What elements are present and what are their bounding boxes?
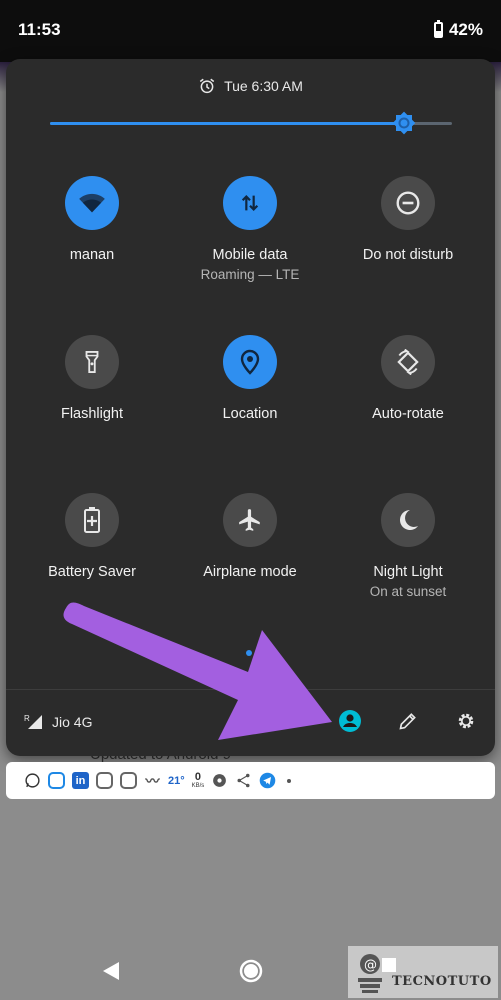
- tile-sub: Roaming — LTE: [200, 267, 300, 282]
- tile-label: Location: [222, 406, 278, 422]
- tile-label: Do not disturb: [362, 247, 454, 263]
- tile-label: manan: [69, 247, 115, 263]
- tile-mobile-data[interactable]: Mobile data Roaming — LTE: [175, 176, 325, 282]
- location-icon: [240, 349, 260, 375]
- instagram-icon: [48, 772, 65, 789]
- battery-percent: 42%: [448, 20, 483, 39]
- tile-auto-rotate-button[interactable]: [381, 335, 435, 389]
- account-icon: [339, 710, 361, 732]
- temperature: 21°: [168, 774, 185, 787]
- account-button[interactable]: [336, 707, 364, 735]
- mobile-data-icon: [241, 195, 259, 211]
- tile-label: Flashlight: [60, 406, 124, 422]
- whatsapp-icon: [25, 773, 40, 788]
- watermark: @ TECNOTUTO: [348, 946, 498, 998]
- quick-settings-panel: Tue 6:30 AM manan Mobile data Roaming — …: [6, 59, 495, 756]
- gear-icon: [458, 713, 474, 729]
- svg-text:R: R: [24, 714, 30, 723]
- carrier-info[interactable]: R Jio 4G: [24, 713, 92, 731]
- page-indicator: [246, 650, 262, 656]
- alarm-row[interactable]: Tue 6:30 AM: [6, 77, 495, 95]
- telegram-icon: [260, 772, 276, 789]
- signal-icon: R: [24, 714, 42, 729]
- tile-label: Airplane mode: [203, 564, 297, 580]
- brightness-slider[interactable]: [50, 111, 452, 135]
- auto-rotate-icon: [397, 349, 419, 375]
- network-speed-value: 0: [194, 771, 202, 783]
- tile-label: Mobile data: [212, 247, 288, 263]
- alarm-icon: [199, 78, 215, 94]
- linkedin-icon: in: [72, 772, 89, 789]
- battery-saver-icon: [84, 507, 100, 533]
- page-dot: [246, 650, 252, 656]
- share-icon: [237, 773, 250, 788]
- tile-night-light[interactable]: Night Light On at sunset: [333, 493, 483, 599]
- settings-button[interactable]: [452, 707, 480, 735]
- tile-night-light-button[interactable]: [381, 493, 435, 547]
- do-not-disturb-icon: [396, 191, 420, 215]
- tile-label: Auto-rotate: [372, 406, 444, 422]
- edit-button[interactable]: [394, 707, 422, 735]
- flashlight-icon: [85, 351, 99, 373]
- tile-flashlight-button[interactable]: [65, 335, 119, 389]
- instagram-icon: [96, 772, 113, 789]
- network-speed: 0 KB/s: [191, 771, 205, 790]
- tile-dnd-button[interactable]: [381, 176, 435, 230]
- home-icon[interactable]: [239, 959, 263, 983]
- carrier-name: Jio 4G: [52, 714, 93, 730]
- brightness-thumb-icon[interactable]: [391, 110, 417, 136]
- aperture-icon: [213, 774, 227, 787]
- watermark-text: TECNOTUTO: [392, 974, 492, 989]
- tile-airplane-button[interactable]: [223, 493, 277, 547]
- status-bar: 11:53 42%: [0, 0, 501, 62]
- battery-icon: [433, 20, 443, 38]
- back-icon[interactable]: [101, 960, 121, 982]
- instagram-icon: [120, 772, 137, 789]
- watermark-logo-icon: @: [358, 954, 382, 993]
- tile-airplane-mode[interactable]: Airplane mode: [175, 493, 325, 580]
- tile-flashlight[interactable]: Flashlight: [17, 335, 167, 422]
- mustache-icon: 〰: [145, 772, 160, 789]
- tile-auto-rotate[interactable]: Auto-rotate: [333, 335, 483, 422]
- night-light-icon: [400, 510, 418, 530]
- tile-mobile-data-button[interactable]: [223, 176, 277, 230]
- tile-label: Night Light: [373, 564, 443, 580]
- recents-icon[interactable]: [382, 958, 396, 972]
- footer-divider: [6, 689, 495, 690]
- more-dot: [287, 778, 292, 783]
- tile-battery-saver[interactable]: Battery Saver: [17, 493, 167, 580]
- tile-sub: On at sunset: [369, 584, 447, 599]
- edit-icon: [399, 713, 416, 730]
- notification-icons-bar: in 〰 21° 0 KB/s: [6, 762, 495, 799]
- tile-location-button[interactable]: [223, 335, 277, 389]
- airplane-icon: [239, 509, 260, 531]
- status-time: 11:53: [18, 20, 61, 39]
- tile-wifi-button[interactable]: [65, 176, 119, 230]
- tile-battery-saver-button[interactable]: [65, 493, 119, 547]
- brightness-fill: [50, 122, 404, 125]
- status-right: 42%: [433, 20, 483, 40]
- wifi-icon: [79, 193, 105, 213]
- tile-label: Battery Saver: [48, 564, 136, 580]
- tile-do-not-disturb[interactable]: Do not disturb: [333, 176, 483, 263]
- alarm-time: Tue 6:30 AM: [224, 78, 303, 94]
- tile-location[interactable]: Location: [175, 335, 325, 422]
- svg-text:@: @: [364, 958, 377, 973]
- network-speed-unit: KB/s: [191, 783, 205, 789]
- page-dot: [256, 650, 262, 656]
- tile-wifi[interactable]: manan: [17, 176, 167, 263]
